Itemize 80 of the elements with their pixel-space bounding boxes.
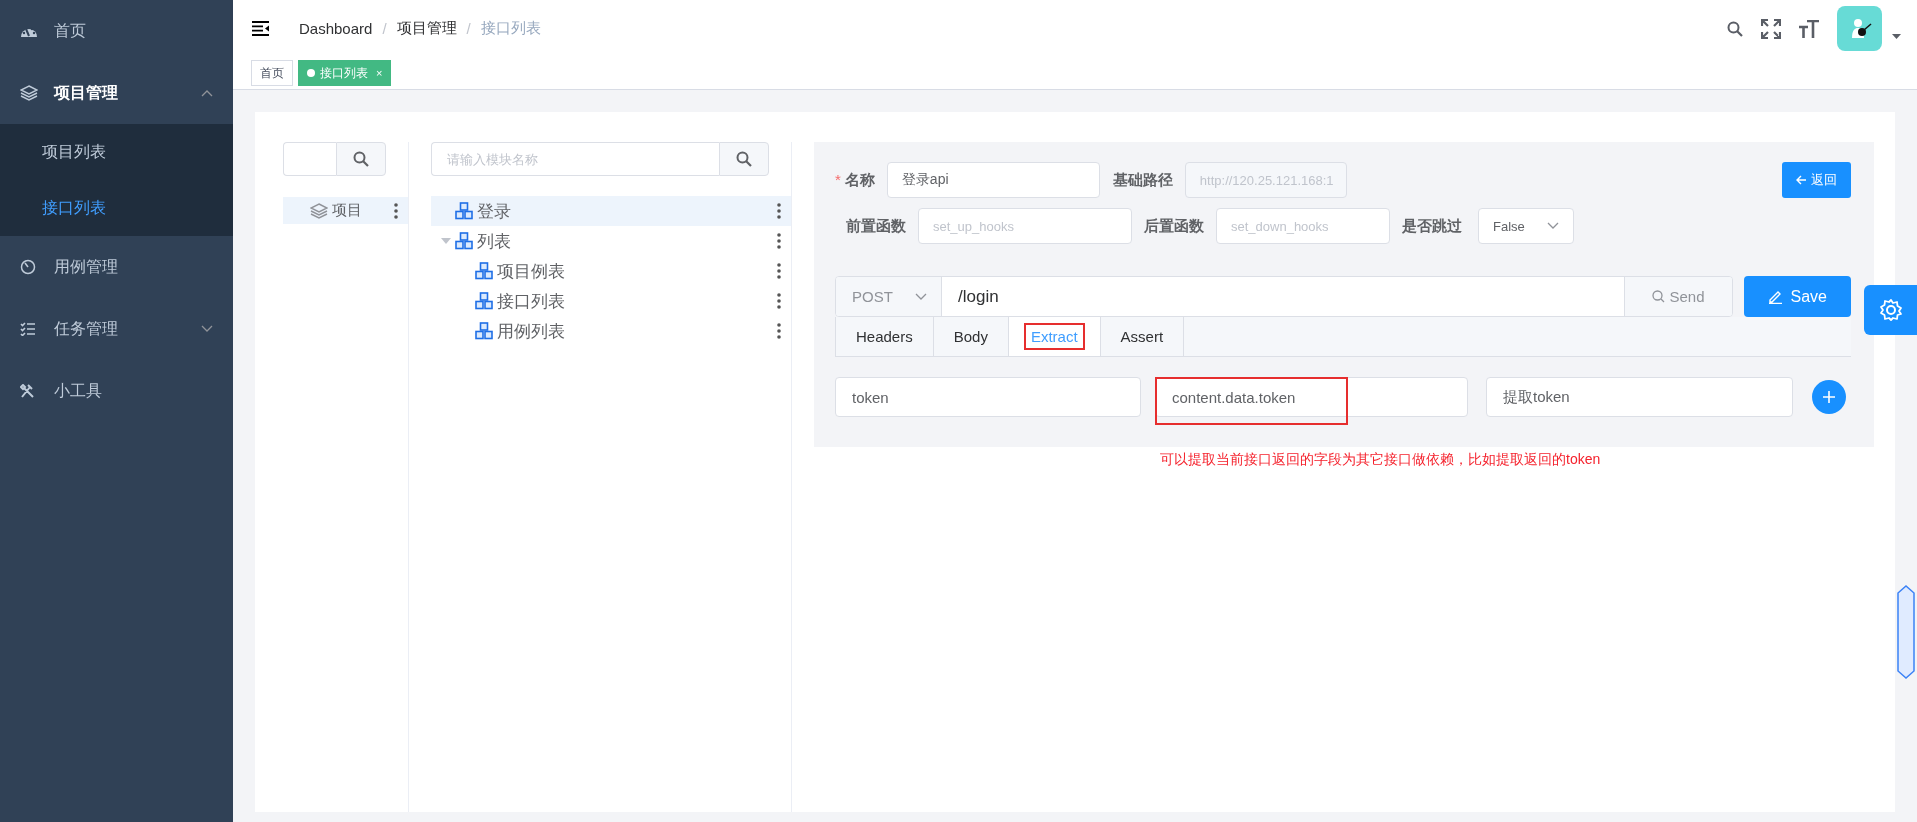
tree-row[interactable]: 用例列表 xyxy=(431,316,791,346)
tree-label: 用例列表 xyxy=(497,320,565,343)
search-button[interactable] xyxy=(719,142,769,176)
search-icon xyxy=(353,151,369,167)
breadcrumb-item: 接口列表 xyxy=(480,19,541,38)
input-field[interactable]: content.data.token xyxy=(1155,377,1468,417)
menu-item[interactable]: 项目列表 xyxy=(0,124,233,180)
input-field[interactable]: token xyxy=(835,377,1141,417)
menu-icon[interactable] xyxy=(252,21,269,36)
breadcrumb-separator: / xyxy=(466,20,471,37)
chevron-down-icon xyxy=(201,325,213,333)
tree-label: 登录 xyxy=(477,200,511,223)
layers-icon xyxy=(310,202,328,219)
input-field[interactable]: 登录api xyxy=(886,162,1100,198)
page-tag[interactable]: 首页 xyxy=(251,60,293,86)
cubes-icon xyxy=(455,232,473,250)
pen-icon xyxy=(1767,289,1783,304)
field-label: 是否跳过 xyxy=(1402,216,1462,236)
cubes-icon xyxy=(475,322,493,340)
search-icon xyxy=(736,151,752,167)
tab[interactable]: Body xyxy=(933,317,1009,356)
scroll-handle[interactable] xyxy=(1897,585,1915,679)
menu-item[interactable]: 用例管理 xyxy=(0,236,233,298)
cubes-icon xyxy=(475,292,493,310)
caret-down-icon[interactable] xyxy=(1892,34,1901,39)
search-icon xyxy=(1727,20,1743,37)
chevron-up-icon xyxy=(201,89,213,97)
input-field[interactable]: 提取token xyxy=(1486,377,1793,417)
search-button[interactable] xyxy=(336,142,386,176)
arrow-left-icon xyxy=(1796,175,1807,185)
field-label: 前置函数 xyxy=(846,216,906,236)
menu-group[interactable]: 项目管理 xyxy=(0,62,233,124)
add-button[interactable] xyxy=(1812,380,1846,414)
tree-row[interactable]: 项目 xyxy=(283,197,408,224)
tree-row[interactable]: 登录 xyxy=(431,196,791,226)
fullscreen-icon[interactable] xyxy=(1761,18,1781,39)
checklist-icon xyxy=(20,322,36,336)
tree-row[interactable]: 接口列表 xyxy=(431,286,791,316)
settings-icon xyxy=(1878,298,1903,322)
text-size-icon[interactable] xyxy=(1799,19,1819,38)
field-label: 基础路径 xyxy=(1112,170,1173,190)
cubes-icon xyxy=(455,202,473,220)
breadcrumb-separator: / xyxy=(382,20,387,37)
menu-item[interactable]: 小工具 xyxy=(0,360,233,422)
more-icon[interactable] xyxy=(394,202,398,219)
more-icon[interactable] xyxy=(777,323,781,339)
tree-label: 项目例表 xyxy=(497,260,565,283)
menu-item[interactable]: 首页 xyxy=(0,0,233,62)
more-icon[interactable] xyxy=(777,233,781,249)
tree-row[interactable]: 列表 xyxy=(431,226,791,256)
settings-button[interactable] xyxy=(1864,285,1917,335)
tab[interactable]: Headers xyxy=(836,317,934,356)
tree-label: 列表 xyxy=(477,230,511,253)
menu-item[interactable]: 接口列表 xyxy=(0,180,233,236)
search-field[interactable]: 请输入模块名称 xyxy=(431,142,719,176)
input-field[interactable]: set_up_hooks xyxy=(918,208,1132,244)
more-icon[interactable] xyxy=(777,263,781,279)
layers-icon xyxy=(20,85,38,101)
select-field[interactable]: False xyxy=(1478,208,1574,244)
status-dot xyxy=(307,69,315,77)
tab[interactable]: Assert xyxy=(1100,317,1185,356)
field-label: 后置函数 xyxy=(1144,216,1204,236)
gauge-icon xyxy=(20,259,36,275)
input-field[interactable]: set_down_hooks xyxy=(1216,208,1390,244)
search-field[interactable] xyxy=(283,142,336,176)
chevron-down-icon xyxy=(1547,222,1559,230)
breadcrumb-item[interactable]: 项目管理 xyxy=(396,19,457,38)
cubes-icon xyxy=(475,262,493,280)
tree-label: 接口列表 xyxy=(497,290,565,313)
menu-group[interactable]: 任务管理 xyxy=(0,298,233,360)
tools-icon xyxy=(20,383,35,399)
tree-label: 项目 xyxy=(332,201,362,220)
field-label: * 名称 xyxy=(835,170,875,190)
more-icon[interactable] xyxy=(777,203,781,219)
tree-row[interactable]: 项目例表 xyxy=(431,256,791,286)
annotation-note: 可以提取当前接口返回的字段为其它接口做依赖，比如提取返回的token xyxy=(1160,451,1602,469)
avatar[interactable] xyxy=(1837,6,1882,51)
breadcrumb-item[interactable]: Dashboard xyxy=(299,20,373,37)
more-icon[interactable] xyxy=(777,293,781,309)
plus-icon xyxy=(1822,390,1836,404)
